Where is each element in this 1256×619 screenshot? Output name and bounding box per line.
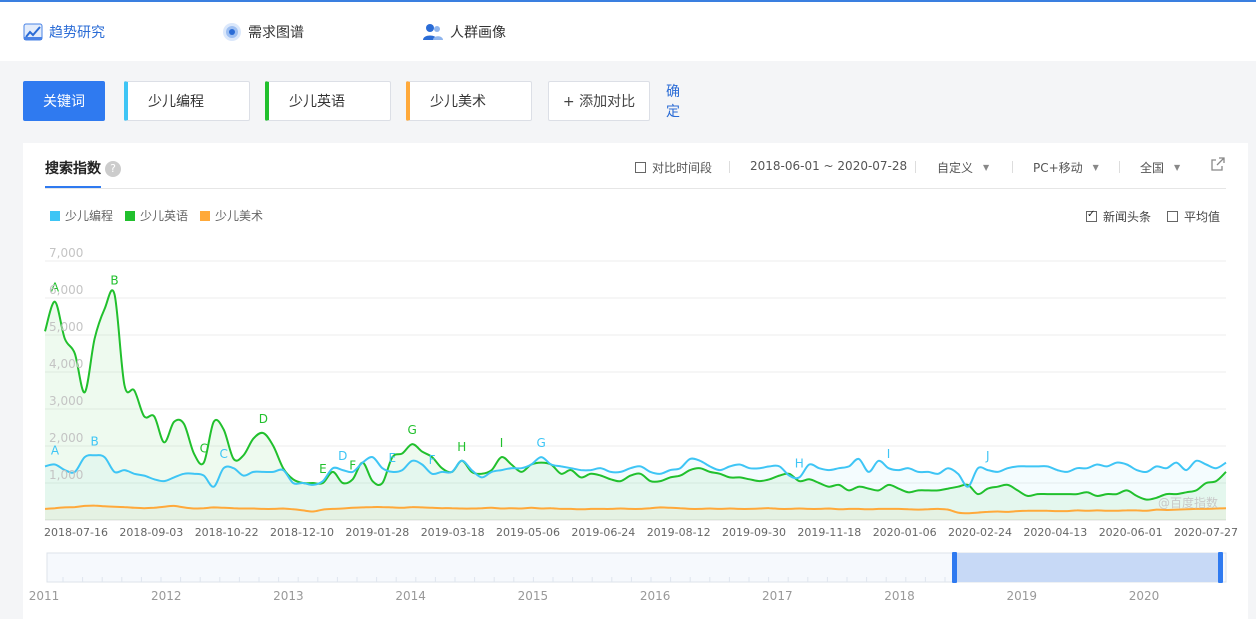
overview-selection[interactable] [954,553,1222,582]
overview-year-label: 2020 [1129,589,1160,603]
x-tick-label: 2019-03-18 [421,526,485,539]
news-marker-b[interactable]: B [110,273,118,287]
x-tick-label: 2019-08-12 [647,526,711,539]
news-marker-h[interactable]: H [457,440,466,454]
news-marker-f[interactable]: F [349,458,356,472]
x-tick-label: 2018-10-22 [195,526,259,539]
keyword-input-2[interactable]: 少儿英语 [265,81,391,121]
time-range-overview[interactable]: 2011 2012 2013 2014 2015 2016 2017 2018 2019 2020 [29,552,1227,603]
news-marker-c[interactable]: C [219,447,227,461]
overview-year-label: 2019 [1007,589,1038,603]
y-tick-label: 6,000 [49,283,83,297]
nav-item-trend[interactable]: 趋势研究 [23,20,105,44]
y-tick-label: 5,000 [49,320,83,334]
overview-year-label: 2016 [640,589,671,603]
overview-year-label: 2014 [395,589,426,603]
news-marker-i[interactable]: I [887,447,891,461]
keyword-main-button[interactable]: 关键词 [23,81,105,121]
keyword-input-1[interactable]: 少儿编程 [124,81,250,121]
news-marker-f[interactable]: F [429,453,436,467]
people-icon [422,23,444,41]
x-tick-label: 2020-01-06 [873,526,937,539]
y-tick-label: 2,000 [49,431,83,445]
watermark: @百度指数 [1158,495,1218,510]
y-tick-label: 1,000 [49,468,83,482]
y-tick-label: 4,000 [49,357,83,371]
x-tick-label: 2019-06-24 [571,526,635,539]
news-marker-h[interactable]: H [795,456,804,470]
y-tick-label: 7,000 [49,246,83,260]
x-tick-label: 2020-04-13 [1023,526,1087,539]
news-marker-g[interactable]: G [408,423,417,437]
x-tick-label: 2019-05-06 [496,526,560,539]
top-nav: 趋势研究 需求图谱 人群画像 [0,2,1256,61]
overview-year-label: 2017 [762,589,793,603]
news-marker-e[interactable]: E [389,451,397,465]
trend-chart-icon [23,23,43,41]
nav-item-crowd[interactable]: 人群画像 [422,20,506,44]
news-marker-g[interactable]: G [537,436,546,450]
news-marker-i[interactable]: I [500,436,504,450]
nav-label-trend: 趋势研究 [49,25,105,41]
nav-item-demand[interactable]: 需求图谱 [222,20,304,44]
x-tick-label: 2018-07-16 [44,526,108,539]
nav-label-crowd: 人群画像 [450,25,506,41]
news-marker-d[interactable]: D [338,449,347,463]
news-marker-e[interactable]: E [319,462,327,476]
search-index-chart: ABCDE FGH IABC D E FGHI J 7,0006,0005,0004,000… [29,246,1238,603]
keyword-input-3[interactable]: 少儿美术 [406,81,532,121]
x-tick-label: 2019-01-28 [345,526,409,539]
overview-year-label: 2015 [518,589,549,603]
x-tick-label: 2019-11-18 [797,526,861,539]
overview-right-handle[interactable] [1218,552,1223,583]
y-tick-label: 3,000 [49,394,83,408]
nav-label-demand: 需求图谱 [248,25,304,41]
x-tick-label: 2020-06-01 [1099,526,1163,539]
x-tick-label: 2019-09-30 [722,526,786,539]
overview-year-label: 2011 [29,589,60,603]
add-compare-button[interactable]: + 添加对比 [548,81,650,121]
target-icon [222,22,242,42]
search-index-panel: 搜索指数? 对比时间段 2018-06-01 ~ 2020-07-28 自定义 ▼… [23,143,1248,619]
overview-year-label: 2018 [884,589,915,603]
x-tick-label: 2020-07-27 [1174,526,1238,539]
news-marker-b[interactable]: B [91,434,99,448]
overview-year-label: 2012 [151,589,182,603]
x-tick-label: 2020-02-24 [948,526,1012,539]
news-marker-d[interactable]: D [259,412,268,426]
x-tick-label: 2018-09-03 [119,526,183,539]
x-tick-label: 2018-12-10 [270,526,334,539]
overview-year-label: 2013 [273,589,304,603]
news-marker-j[interactable]: J [985,449,990,463]
news-marker-a[interactable]: A [51,444,60,458]
news-marker-c[interactable]: C [200,442,208,456]
confirm-button[interactable]: 确定 [666,81,680,121]
overview-left-handle[interactable] [952,552,957,583]
